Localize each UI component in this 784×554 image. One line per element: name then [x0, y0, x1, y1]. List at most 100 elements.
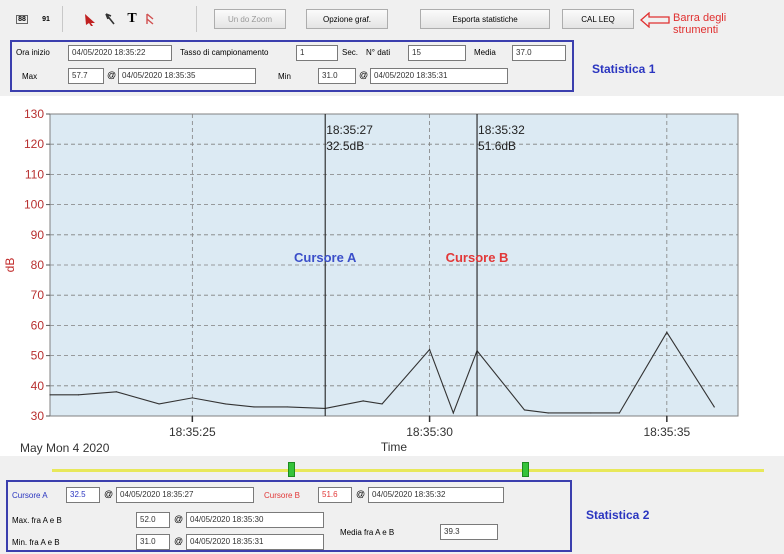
cursor-a-value-label: 32.5dB — [326, 139, 364, 153]
cursor-a-label: Cursore A — [12, 491, 48, 500]
data-count-field[interactable]: 15 — [408, 45, 466, 61]
statistics-2-title: Statistica 2 — [586, 508, 650, 522]
min-between-field[interactable]: 31.0 — [136, 534, 170, 550]
max-field[interactable]: 57.7 — [68, 68, 104, 84]
toolbar-separator — [62, 6, 63, 32]
start-time-label: Ora inizio — [16, 48, 50, 57]
chart-area: 30 40 50 60 70 80 90 100 110 120 130 18:35:25 18:35:… — [0, 96, 784, 456]
data-point — [713, 406, 715, 408]
max-between-label: Max. fra A e B — [12, 516, 62, 525]
data-point — [191, 397, 193, 399]
cursor-a-time-field[interactable]: 04/05/2020 18:35:27 — [116, 487, 254, 503]
y-tick-label: 60 — [31, 318, 45, 332]
cursor-b-value-field[interactable]: 51.6 — [318, 487, 352, 503]
toolbar: 88 91 T Un do Zoom Opzione graf. Esporta… — [0, 0, 784, 36]
x-axis-label: Time — [381, 440, 408, 454]
date-label: May Mon 4 2020 — [20, 441, 110, 455]
data-point — [253, 406, 255, 408]
y-tick-label: 100 — [24, 198, 44, 212]
statistics-1-title: Statistica 1 — [592, 62, 656, 76]
max-between-at-symbol: @ — [174, 514, 184, 524]
data-point — [428, 348, 431, 351]
cursor-a-name-label: Cursore A — [294, 250, 357, 265]
callout-line-1: Barra degli — [673, 12, 727, 24]
line-chart[interactable]: 30 40 50 60 70 80 90 100 110 120 130 18:35:25 18:35:… — [0, 96, 784, 456]
callout-line-2: strumenti — [673, 24, 719, 36]
y-tick-label: 110 — [25, 167, 44, 181]
text-tool-glyph: T — [127, 11, 137, 26]
toolbar-separator — [196, 6, 197, 32]
y-tick-label: 130 — [24, 107, 44, 121]
max-time-field[interactable]: 04/05/2020 18:35:35 — [118, 68, 256, 84]
start-time-field[interactable]: 04/05/2020 18:35:22 — [68, 45, 172, 61]
data-point — [547, 412, 549, 414]
cursor-a-value-field[interactable]: 32.5 — [66, 487, 100, 503]
data-point — [286, 406, 288, 408]
cursor-b-at-symbol: @ — [356, 489, 366, 499]
data-point — [452, 412, 454, 414]
text-tool-icon[interactable]: T — [122, 9, 142, 29]
y-tick-label: 40 — [31, 379, 45, 393]
data-point — [158, 403, 160, 405]
pointer-arrow-icon[interactable] — [80, 9, 100, 29]
min-time-field[interactable]: 04/05/2020 18:35:31 — [370, 68, 508, 84]
sampling-rate-label: Tasso di campionamento — [180, 48, 269, 57]
cursor-b-value-label: 51.6dB — [478, 139, 516, 153]
data-point — [224, 403, 227, 405]
cal-leq-button[interactable]: CAL LEQ — [562, 9, 634, 29]
toolbar-callout: Barra degli strumenti — [673, 12, 726, 36]
min-label: Min — [278, 72, 291, 81]
callout-arrow-icon — [640, 12, 670, 28]
y-tick-label: 120 — [24, 137, 44, 151]
table-mode-icon-label: 91 — [42, 15, 50, 23]
mean-between-field[interactable]: 39.3 — [440, 524, 498, 540]
cursor-a-time-label: 18:35:27 — [326, 123, 373, 137]
cursor-b-label: Cursore B — [264, 491, 301, 500]
data-point — [618, 412, 620, 414]
graph-options-button[interactable]: Opzione graf. — [306, 9, 388, 29]
data-point — [362, 400, 364, 402]
y-tick-label: 30 — [31, 409, 45, 423]
marker-tool-icon[interactable] — [140, 9, 160, 29]
cursor-b-time-field[interactable]: 04/05/2020 18:35:32 — [368, 487, 504, 503]
cursor-a-at-symbol: @ — [104, 489, 114, 499]
data-point — [666, 331, 668, 333]
y-axis-label: dB — [3, 258, 17, 273]
chart-mode-icon[interactable]: 88 — [12, 9, 32, 29]
seconds-label: Sec. — [342, 48, 359, 57]
data-point — [77, 394, 80, 396]
y-tick-label: 80 — [31, 258, 45, 272]
data-point — [523, 409, 526, 411]
y-tick-label: 50 — [31, 349, 45, 363]
data-point — [381, 403, 383, 405]
export-statistics-button[interactable]: Esporta statistiche — [420, 9, 550, 29]
cursor-b-slider-handle[interactable] — [522, 462, 530, 477]
undo-zoom-button[interactable]: Un do Zoom — [214, 9, 286, 29]
sampling-rate-field[interactable]: 1 — [296, 45, 338, 61]
max-at-symbol: @ — [107, 70, 117, 80]
mean-between-label: Media fra A e B — [340, 528, 395, 537]
data-point — [590, 412, 592, 414]
statistics-2-panel: Cursore A 32.5 @ 04/05/2020 18:35:27 Cur… — [6, 480, 572, 552]
x-tick-label: 18:35:35 — [643, 425, 690, 439]
max-between-time-field[interactable]: 04/05/2020 18:35:30 — [186, 512, 324, 528]
x-tick-label: 18:35:25 — [169, 425, 216, 439]
mean-field[interactable]: 37.0 — [512, 45, 566, 61]
max-between-field[interactable]: 52.0 — [136, 512, 170, 528]
draw-pointer-icon[interactable] — [100, 9, 120, 29]
min-between-time-field[interactable]: 04/05/2020 18:35:31 — [186, 534, 324, 550]
statistics-1-panel: Ora inizio 04/05/2020 18:35:22 Tasso di … — [10, 40, 574, 92]
min-at-symbol: @ — [359, 70, 369, 80]
table-mode-icon[interactable]: 91 — [36, 9, 56, 29]
x-tick-label: 18:35:30 — [406, 425, 453, 439]
max-label: Max — [22, 72, 38, 81]
data-count-label: N° dati — [366, 48, 391, 57]
cursor-slider-track[interactable] — [52, 469, 764, 472]
cursor-b-time-label: 18:35:32 — [478, 123, 525, 137]
min-field[interactable]: 31.0 — [318, 68, 356, 84]
mean-label: Media — [474, 48, 496, 57]
min-between-label: Min. fra A e B — [12, 538, 60, 547]
y-tick-label: 90 — [31, 228, 45, 242]
cursor-b-name-label: Cursore B — [446, 250, 509, 265]
cursor-a-slider-handle[interactable] — [287, 462, 295, 477]
